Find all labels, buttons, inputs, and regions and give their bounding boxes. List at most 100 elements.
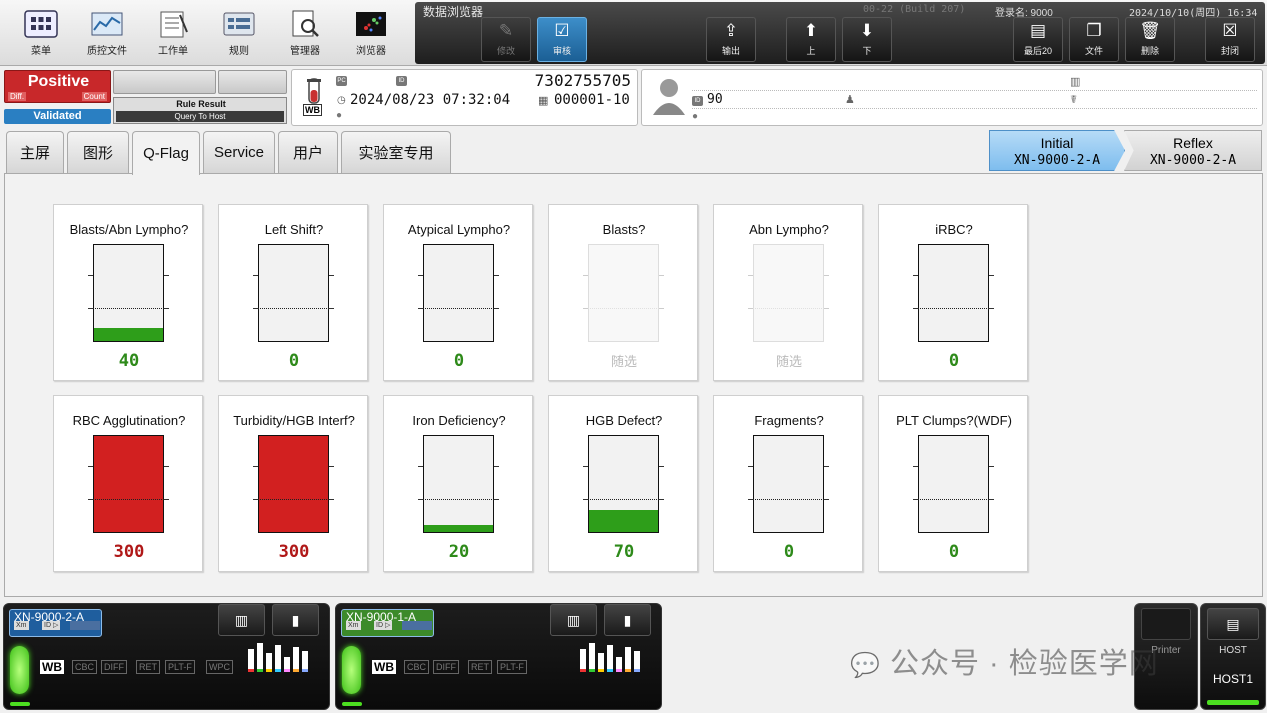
qflag-level-fill	[424, 525, 493, 532]
reagent-color-tag	[266, 669, 272, 672]
qflag-threshold-tick	[164, 275, 169, 276]
qflag-card[interactable]: RBC Agglutination? 300	[53, 395, 203, 572]
qflag-threshold-line	[918, 499, 989, 500]
edit-icon: ✎	[498, 21, 514, 40]
rack-button[interactable]: ▥	[550, 604, 597, 636]
patient-divider-2	[692, 108, 1257, 109]
delete-button[interactable]: 🗑 删除	[1125, 17, 1175, 62]
qflag-level-bar	[588, 244, 659, 342]
qflag-value: 300	[278, 542, 310, 562]
menu-button[interactable]: 菜单	[10, 6, 72, 62]
qflag-threshold-line	[588, 308, 659, 309]
manager-label: 管理器	[290, 46, 320, 57]
rules-label: 规则	[229, 46, 249, 57]
patient-avatar-icon	[651, 75, 687, 117]
tab-2[interactable]: Q-Flag	[132, 131, 200, 175]
reagent-color-tag	[275, 669, 281, 672]
manager-button[interactable]: 管理器	[274, 6, 336, 62]
qflag-threshold-line	[753, 308, 824, 309]
qflag-card[interactable]: Atypical Lympho? 0	[383, 204, 533, 381]
host-online-indicator	[1207, 700, 1259, 705]
qflag-card[interactable]: Fragments? 0	[713, 395, 863, 572]
worklist-icon	[156, 10, 190, 38]
qflag-threshold-tick	[418, 275, 423, 276]
printer-icon	[1141, 608, 1191, 640]
tab-1[interactable]: 图形	[67, 131, 129, 173]
person-icon: ♟	[845, 94, 855, 106]
positive-label: Positive	[27, 73, 90, 90]
qc-file-button[interactable]: 质控文件	[76, 6, 138, 62]
patient-divider-1	[692, 90, 1257, 91]
qflag-threshold-tick	[494, 499, 499, 500]
patient-id-icon: ID	[692, 96, 703, 106]
qflag-value: 0	[948, 542, 960, 562]
qflag-threshold-tick	[824, 466, 829, 467]
reagent-color-tag	[607, 669, 613, 672]
qflag-threshold-tick	[583, 466, 588, 467]
reagent-color-tag	[248, 669, 254, 672]
last20-label: 最后20	[1023, 46, 1052, 56]
tube-button[interactable]: ▮	[272, 604, 319, 636]
qflag-threshold-tick	[989, 466, 994, 467]
last20-button[interactable]: ▤ 最后20	[1013, 17, 1063, 62]
qc-file-label: 质控文件	[87, 46, 127, 57]
output-button[interactable]: ⇪ 输出	[706, 17, 756, 62]
tube-button[interactable]: ▮	[604, 604, 651, 636]
host-status[interactable]: ▤ HOST HOST1	[1200, 603, 1266, 710]
qflag-card[interactable]: Blasts/Abn Lympho? 40	[53, 204, 203, 381]
reagent-level-bar	[248, 649, 254, 671]
browser-button[interactable]: 浏览器	[340, 6, 402, 62]
tab-4[interactable]: 用户	[278, 131, 338, 173]
qflag-threshold-tick	[88, 466, 93, 467]
qflag-name: Left Shift?	[264, 222, 324, 237]
tab-0[interactable]: 主屏	[6, 131, 64, 173]
tab-5[interactable]: 实验室专用	[341, 131, 451, 173]
up-button[interactable]: ⬆ 上	[786, 17, 836, 62]
tab-3[interactable]: Service	[203, 131, 275, 173]
qflag-card[interactable]: PLT Clumps?(WDF) 0	[878, 395, 1028, 572]
reflex-run-tab[interactable]: Reflex XN-9000-2-A	[1124, 130, 1262, 171]
qflag-card[interactable]: iRBC? 0	[878, 204, 1028, 381]
analyzer-panel[interactable]: XN-9000-1-A Xm ID ▷ ▥ ▮ WB CBC DIFF RET PLT-F	[335, 603, 662, 710]
qflag-name: Iron Deficiency?	[412, 413, 506, 428]
analyzer-panel[interactable]: XN-9000-2-A Xm ID ▷ ▥ ▮ WB CBC DIFF RET PLT-F WPC	[3, 603, 330, 710]
qflag-value: 40	[118, 351, 140, 371]
rack-position: 000001-10	[554, 92, 630, 108]
qflag-card[interactable]: Blasts? 随选	[548, 204, 698, 381]
qflag-level-bar	[753, 435, 824, 533]
output-label: 输出	[721, 46, 740, 56]
qflag-threshold-tick	[659, 499, 664, 500]
qflag-card[interactable]: Left Shift? 0	[218, 204, 368, 381]
validate-button[interactable]: ☑ 审核	[537, 17, 587, 62]
trash-icon: 🗑	[1139, 21, 1161, 40]
doctor-icon: ☤	[1070, 94, 1078, 106]
analyzer-channel-badge: RET	[136, 660, 160, 674]
qflag-card[interactable]: Turbidity/HGB Interf? 300	[218, 395, 368, 572]
qflag-name: RBC Agglutination?	[72, 413, 186, 428]
host-label: HOST	[1219, 645, 1247, 656]
reagent-level-bar	[616, 657, 622, 671]
qflag-value: 随选	[775, 355, 802, 370]
query-to-host-label: Query To Host	[116, 111, 284, 122]
qflag-card[interactable]: Abn Lympho? 随选	[713, 204, 863, 381]
id-card-icon: ID	[396, 76, 407, 86]
reagent-level-bar	[625, 647, 631, 671]
watermark: 💬 公众号 · 检验医学网	[850, 640, 1159, 682]
qflag-threshold-tick	[253, 275, 258, 276]
worklist-button[interactable]: 工作单	[142, 6, 204, 62]
rules-button[interactable]: 规则	[208, 6, 270, 62]
reagent-level-bar	[257, 643, 263, 671]
browser-scatter-icon	[354, 10, 388, 38]
file-button[interactable]: ❐ 文件	[1069, 17, 1119, 62]
qflag-threshold-tick	[494, 466, 499, 467]
worklist-label: 工作单	[158, 46, 188, 57]
initial-run-tab[interactable]: Initial XN-9000-2-A	[989, 130, 1125, 171]
close-button[interactable]: ☒ 封闭	[1205, 17, 1255, 62]
qflag-card[interactable]: HGB Defect? 70	[548, 395, 698, 572]
analyzer-channel-badge: PLT-F	[497, 660, 527, 674]
down-button[interactable]: ⬇ 下	[842, 17, 892, 62]
qflag-card[interactable]: Iron Deficiency? 20	[383, 395, 533, 572]
modify-button[interactable]: ✎ 修改	[481, 17, 531, 62]
rack-button[interactable]: ▥	[218, 604, 265, 636]
reagent-color-tag	[616, 669, 622, 672]
